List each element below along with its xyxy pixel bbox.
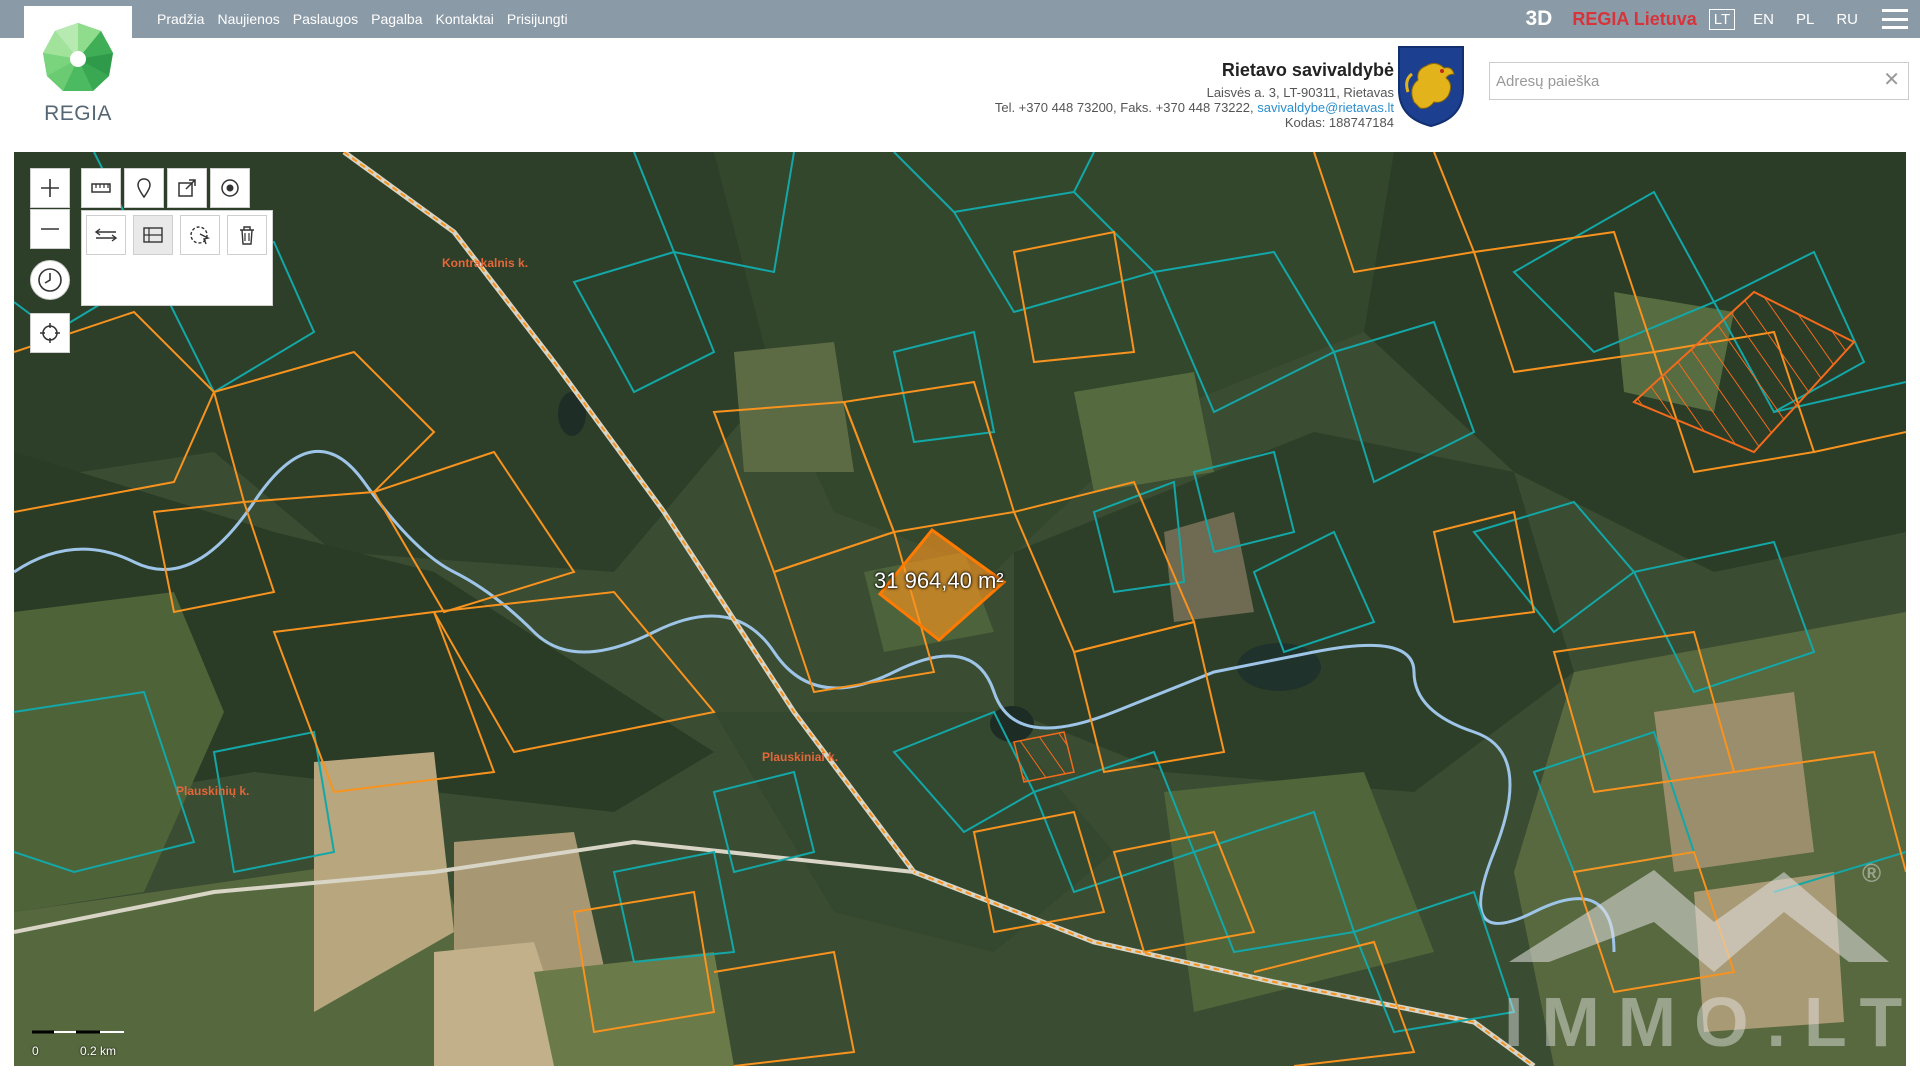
regia-lietuva-link[interactable]: REGIA Lietuva (1572, 9, 1696, 30)
measure-distance-icon (94, 228, 118, 242)
search-input[interactable] (1490, 63, 1870, 99)
nav-item-kontaktai[interactable]: Kontaktai (436, 11, 494, 27)
municipality-email-link[interactable]: savivaldybe@rietavas.lt (1257, 100, 1394, 115)
map-view[interactable]: 31 964,40 m² Kontrakalnis k. Plauskiniai… (14, 152, 1906, 1066)
nav-item-pradzia[interactable]: Pradžia (157, 11, 204, 27)
clock-icon (38, 268, 62, 292)
municipality-phone: Tel. +370 448 73200, Faks. +370 448 7322… (994, 100, 1254, 115)
satellite-basemap[interactable] (14, 152, 1906, 1066)
share-button[interactable] (167, 168, 207, 208)
nav-item-pagalba[interactable]: Pagalba (371, 11, 422, 27)
measure-area-button[interactable] (133, 215, 173, 255)
top-bar: Pradžia Naujienos Paslaugos Pagalba Kont… (0, 0, 1920, 38)
municipality-info: Rietavo savivaldybė Laisvės a. 3, LT-903… (995, 58, 1394, 130)
watermark-registered-mark: ® (1862, 858, 1882, 888)
target-icon (221, 179, 239, 197)
scale-end-label: 0.2 km (80, 1044, 117, 1058)
place-label-plauskiniu: Plauskinių k. (176, 784, 250, 798)
nav-item-naujienos[interactable]: Naujienos (217, 11, 279, 27)
measurement-label: 31 964,40 m² (874, 568, 1004, 593)
select-area-icon (190, 226, 211, 245)
municipality-address: Laisvės a. 3, LT-90311, Rietavas (1206, 85, 1394, 100)
zoom-out-button[interactable] (30, 209, 70, 249)
ruler-icon (91, 183, 111, 193)
history-button[interactable] (30, 260, 70, 300)
lang-lt[interactable]: LT (1708, 8, 1736, 30)
menu-icon[interactable] (1882, 9, 1908, 29)
address-search: ✕ (1489, 62, 1909, 100)
place-marker-button[interactable] (124, 168, 164, 208)
pin-icon (137, 178, 151, 199)
lang-pl[interactable]: PL (1792, 10, 1818, 29)
nav-item-prisijungti[interactable]: Prisijungti (507, 11, 568, 27)
municipality-code: Kodas: 188747184 (1284, 115, 1394, 130)
regia-logo-icon (43, 23, 113, 91)
lang-en[interactable]: EN (1749, 10, 1778, 29)
zoom-in-button[interactable] (30, 168, 70, 208)
place-label-kontrakalnis: Kontrakalnis k. (442, 256, 529, 270)
measure-panel (81, 210, 273, 306)
main-nav: Pradžia Naujienos Paslaugos Pagalba Kont… (157, 0, 568, 38)
measure-distance-button[interactable] (86, 215, 126, 255)
view-3d-button[interactable]: 3D (1526, 7, 1553, 31)
logo-text: REGIA (44, 102, 112, 125)
select-area-button[interactable] (180, 215, 220, 255)
close-icon[interactable]: ✕ (1883, 70, 1900, 90)
scale-start-label: 0 (32, 1044, 39, 1058)
locate-button[interactable] (30, 313, 70, 353)
top-right-controls: 3D REGIA Lietuva LT EN PL RU (1526, 0, 1920, 38)
place-label-plauskiniai: Plauskiniai k. (762, 750, 839, 764)
watermark-text: IMMO.LT (1504, 983, 1906, 1061)
coat-of-arms-icon (1398, 46, 1464, 128)
share-icon (178, 179, 196, 197)
municipality-name: Rietavo savivaldybė (1221, 60, 1394, 80)
nav-item-paslaugos[interactable]: Paslaugos (293, 11, 358, 27)
clear-button[interactable] (227, 215, 267, 255)
trash-icon (240, 226, 254, 245)
municipality-contacts: Tel. +370 448 73200, Faks. +370 448 7322… (995, 100, 1394, 115)
measure-tool-button[interactable] (81, 168, 121, 208)
lang-ru[interactable]: RU (1832, 10, 1862, 29)
minus-icon (41, 228, 59, 230)
regia-logo[interactable]: REGIA (24, 6, 132, 130)
locate-icon (40, 323, 60, 343)
plus-icon (41, 179, 59, 197)
measure-area-icon (143, 227, 163, 243)
target-button[interactable] (210, 168, 250, 208)
